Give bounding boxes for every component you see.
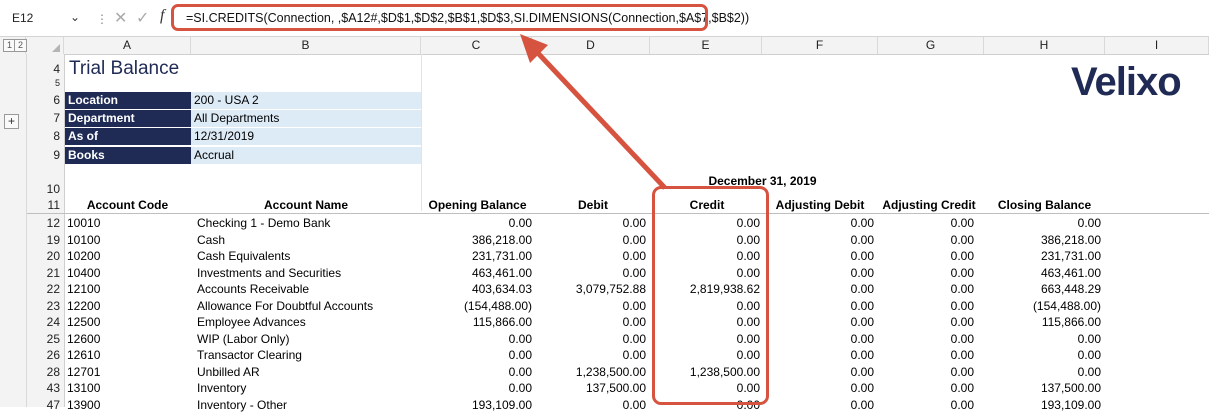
arrow-shaft: [535, 50, 665, 188]
annotation-arrow: [0, 0, 1209, 407]
